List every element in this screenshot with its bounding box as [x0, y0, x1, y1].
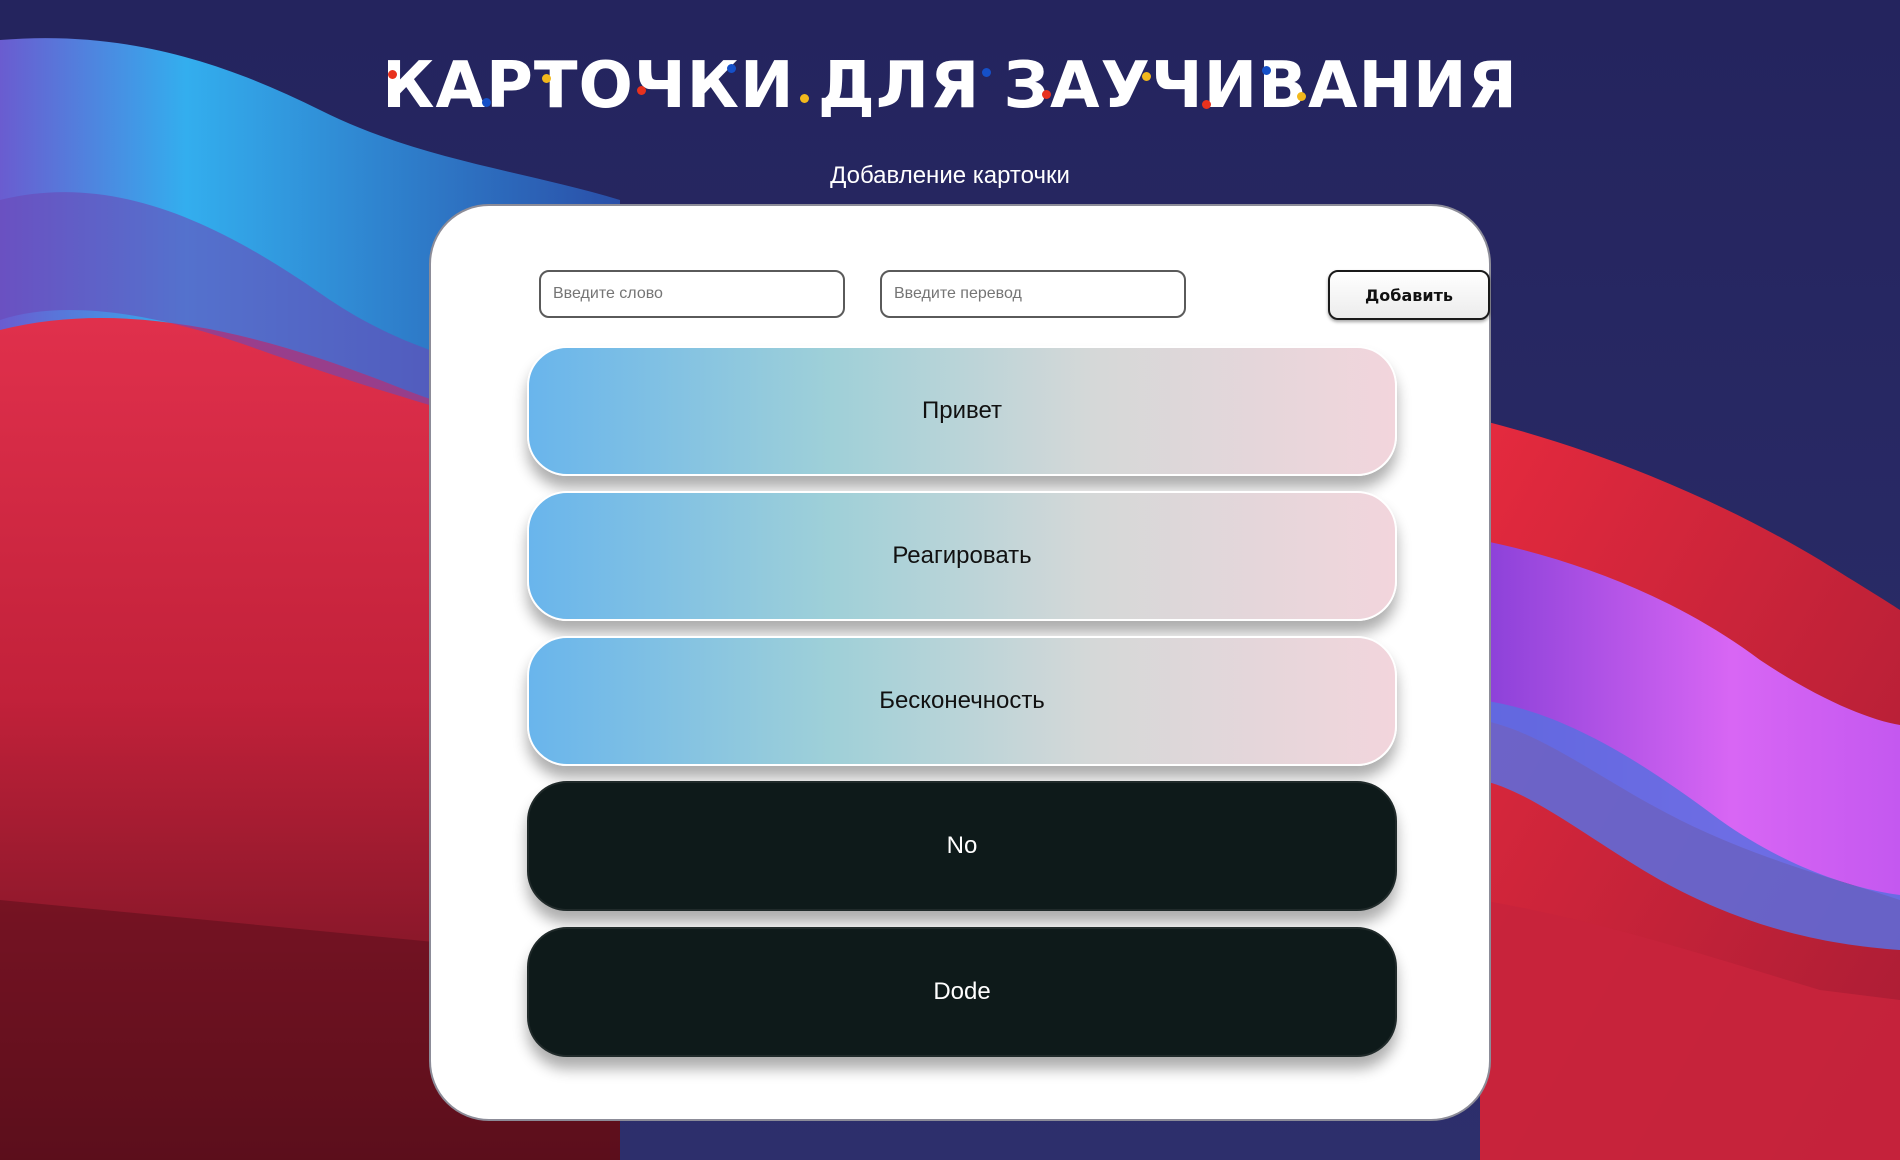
translation-input[interactable]	[880, 270, 1186, 318]
page-title: КАРТОЧКИ ДЛЯ ЗАУЧИВАНИЯ	[382, 50, 1518, 122]
page-title-text: КАРТОЧКИ ДЛЯ ЗАУЧИВАНИЯ	[382, 49, 1518, 123]
add-button[interactable]: Добавить	[1328, 270, 1490, 320]
flashcard-text: Бесконечность	[879, 687, 1045, 714]
flashcards-panel: Добавить Привет Реагировать Бесконечност…	[429, 204, 1491, 1121]
word-input[interactable]	[539, 270, 845, 318]
flashcard-text: Dode	[933, 978, 991, 1005]
flashcard-text: No	[946, 832, 978, 859]
add-card-heading: Добавление карточки	[830, 162, 1070, 189]
flashcard-flipped[interactable]: Dode	[527, 927, 1397, 1057]
flashcard[interactable]: Бесконечность	[527, 636, 1397, 766]
flashcard-flipped[interactable]: No	[527, 781, 1397, 911]
page-title-wrapper: КАРТОЧКИ ДЛЯ ЗАУЧИВАНИЯ	[0, 50, 1900, 122]
flashcard-text: Привет	[921, 397, 1003, 424]
flashcard[interactable]: Привет	[527, 346, 1397, 476]
add-card-form: Добавить	[539, 268, 1490, 320]
flashcard[interactable]: Реагировать	[527, 491, 1397, 621]
flashcard-text: Реагировать	[892, 542, 1032, 569]
